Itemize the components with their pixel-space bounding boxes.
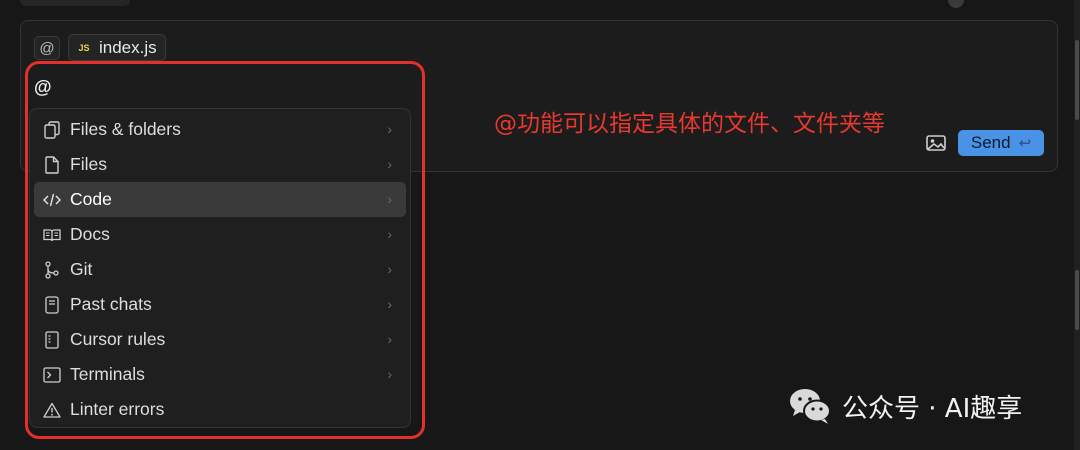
- rules-icon: [42, 330, 62, 350]
- menu-item-git[interactable]: Git ›: [34, 252, 406, 287]
- chevron-right-icon: ›: [387, 121, 392, 137]
- chevron-right-icon: ›: [387, 261, 392, 277]
- send-button[interactable]: Send ↩: [958, 130, 1044, 156]
- chevron-right-icon: ›: [387, 191, 392, 207]
- menu-item-code[interactable]: Code ›: [34, 182, 406, 217]
- terminal-icon: [42, 365, 62, 385]
- send-label: Send: [970, 133, 1011, 152]
- menu-item-files-folders[interactable]: Files & folders ›: [34, 112, 406, 147]
- chevron-right-icon: ›: [387, 331, 392, 347]
- warning-icon: [42, 400, 62, 420]
- files-folders-icon: [42, 120, 62, 140]
- image-icon[interactable]: [926, 134, 946, 152]
- context-menu: Files & folders › Files › Code › Docs › …: [29, 108, 411, 428]
- menu-item-label: Cursor rules: [70, 329, 166, 349]
- watermark: 公众号 · AI趣享: [788, 386, 1022, 426]
- enter-key-icon: ↩: [1018, 135, 1032, 152]
- chevron-right-icon: ›: [387, 296, 392, 312]
- chevron-right-icon: ›: [387, 156, 392, 172]
- menu-item-cursor-rules[interactable]: Cursor rules ›: [34, 322, 406, 357]
- scrollbar-thumb[interactable]: [1075, 270, 1079, 330]
- scrollbar-thumb[interactable]: [1075, 40, 1079, 120]
- menu-item-terminals[interactable]: Terminals ›: [34, 357, 406, 392]
- annotation-text: @功能可以指定具体的文件、文件夹等: [494, 111, 885, 137]
- menu-item-label: Linter errors: [70, 399, 165, 419]
- context-file-name: index.js: [99, 37, 157, 57]
- menu-item-label: Files & folders: [70, 119, 181, 139]
- menu-item-label: Code: [70, 189, 112, 209]
- chat-history-icon: [42, 295, 62, 315]
- menu-item-files[interactable]: Files ›: [34, 147, 406, 182]
- top-tab-stub: [20, 0, 130, 6]
- file-icon: [42, 155, 62, 175]
- menu-item-label: Docs: [70, 224, 110, 244]
- menu-item-label: Files: [70, 154, 107, 174]
- chevron-right-icon: ›: [387, 366, 392, 382]
- watermark-text: 公众号 · AI趣享: [842, 393, 1023, 424]
- menu-item-past-chats[interactable]: Past chats ›: [34, 287, 406, 322]
- menu-item-label: Past chats: [70, 294, 152, 314]
- top-status-dot: [948, 0, 964, 8]
- wechat-icon: [788, 386, 832, 426]
- add-context-button[interactable]: @: [34, 36, 60, 60]
- menu-item-linter-errors[interactable]: Linter errors: [34, 392, 406, 427]
- menu-item-label: Git: [70, 259, 93, 279]
- chevron-right-icon: ›: [387, 226, 392, 242]
- book-icon: [42, 225, 62, 245]
- javascript-file-icon: JS: [78, 42, 90, 53]
- context-file-chip[interactable]: JS index.js: [68, 34, 166, 61]
- at-icon: @: [39, 39, 55, 57]
- git-branch-icon: [42, 260, 62, 280]
- menu-item-label: Terminals: [70, 364, 145, 384]
- code-icon: [42, 190, 62, 210]
- menu-item-docs[interactable]: Docs ›: [34, 217, 406, 252]
